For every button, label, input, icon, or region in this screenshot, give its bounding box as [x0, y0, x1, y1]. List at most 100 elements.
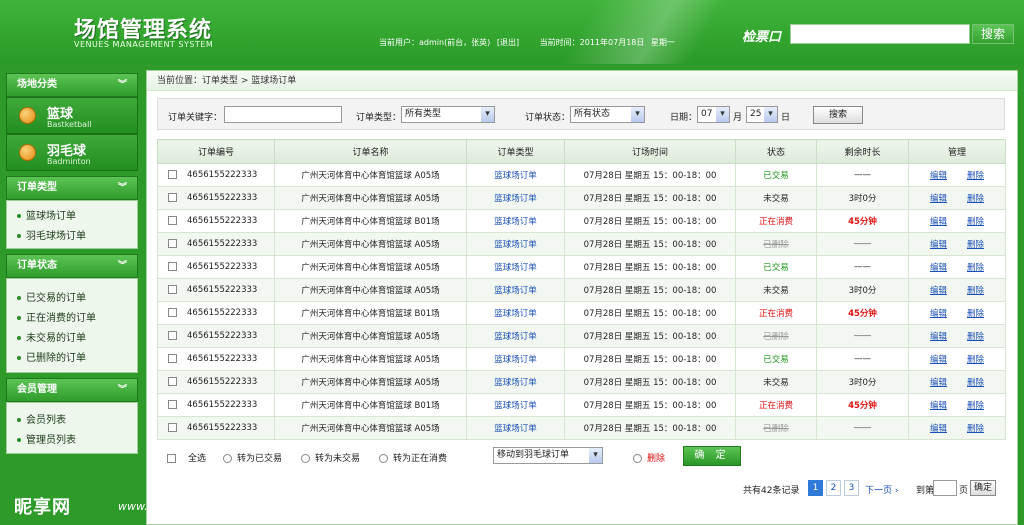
row-checkbox[interactable]: [168, 170, 177, 179]
row-checkbox[interactable]: [168, 262, 177, 271]
select-all-checkbox[interactable]: [167, 454, 176, 463]
page-2[interactable]: 2: [826, 480, 841, 496]
delete-link[interactable]: 删除: [967, 171, 984, 181]
edit-link[interactable]: 编辑: [930, 378, 947, 388]
row-checkbox[interactable]: [168, 377, 177, 386]
edit-link[interactable]: 编辑: [930, 401, 947, 411]
to-traded-option[interactable]: 转为已交易: [223, 451, 282, 464]
goto-confirm-button[interactable]: 确定: [970, 480, 996, 496]
chevron-down-icon[interactable]: ︾: [118, 177, 127, 199]
radio-icon[interactable]: [633, 454, 642, 463]
status-select[interactable]: 所有状态: [570, 106, 645, 123]
order-type-link[interactable]: 篮球场订单: [494, 263, 537, 273]
order-type-link[interactable]: 篮球场订单: [494, 424, 537, 434]
col-header: 管理: [908, 139, 1006, 164]
order-id-cell: 4656155222333: [157, 324, 275, 348]
row-checkbox[interactable]: [168, 285, 177, 294]
radio-icon[interactable]: [379, 454, 388, 463]
edit-link[interactable]: 编辑: [930, 355, 947, 365]
sidebar-item-traded[interactable]: 已交易的订单: [17, 289, 137, 309]
ticket-search-button[interactable]: 搜索: [972, 24, 1014, 44]
order-type-link[interactable]: 篮球场订单: [494, 355, 537, 365]
delete-link[interactable]: 删除: [967, 309, 984, 319]
row-checkbox[interactable]: [168, 423, 177, 432]
type-select[interactable]: 所有类型: [401, 106, 495, 123]
order-type-link[interactable]: 篮球场订单: [494, 194, 537, 204]
order-type-link[interactable]: 篮球场订单: [494, 286, 537, 296]
sidebar-item-basketball-orders[interactable]: 篮球场订单: [17, 207, 137, 227]
sidebar-item-deleted[interactable]: 已删除的订单: [17, 349, 137, 369]
row-checkbox[interactable]: [168, 331, 177, 340]
row-checkbox[interactable]: [168, 193, 177, 202]
delete-link[interactable]: 删除: [967, 401, 984, 411]
edit-link[interactable]: 编辑: [930, 309, 947, 319]
confirm-button[interactable]: 确 定: [683, 446, 741, 466]
to-consuming-option[interactable]: 转为正在消费: [379, 451, 447, 464]
radio-icon[interactable]: [301, 454, 310, 463]
next-page-link[interactable]: 下一页 ›: [865, 483, 898, 496]
sidebar-item-member-list[interactable]: 会员列表: [17, 411, 137, 431]
edit-link[interactable]: 编辑: [930, 263, 947, 273]
sidebar-section-category[interactable]: 场地分类 ︾: [6, 73, 138, 97]
order-type-link[interactable]: 篮球场订单: [494, 171, 537, 181]
logout-link[interactable]: [退出]: [497, 38, 519, 47]
delete-option[interactable]: 删除: [633, 451, 665, 464]
order-id: 4656155222333: [187, 170, 258, 180]
delete-link[interactable]: 删除: [967, 378, 984, 388]
delete-link[interactable]: 删除: [967, 240, 984, 250]
edit-link[interactable]: 编辑: [930, 286, 947, 296]
order-name: 广州天河体育中心体育馆篮球 A05场: [274, 416, 467, 440]
row-checkbox[interactable]: [168, 239, 177, 248]
sidebar-item-admin-list[interactable]: 管理员列表: [17, 431, 137, 451]
row-checkbox[interactable]: [168, 308, 177, 317]
delete-link[interactable]: 删除: [967, 424, 984, 434]
edit-link[interactable]: 编辑: [930, 171, 947, 181]
delete-link[interactable]: 删除: [967, 355, 984, 365]
delete-link[interactable]: 删除: [967, 263, 984, 273]
order-type-link[interactable]: 篮球场订单: [494, 332, 537, 342]
day-select[interactable]: 25: [746, 106, 778, 123]
remaining-cell: ——: [816, 347, 909, 371]
chevron-down-icon[interactable]: ︾: [118, 379, 127, 401]
delete-link[interactable]: 删除: [967, 332, 984, 342]
chevron-down-icon[interactable]: ︾: [118, 74, 127, 96]
goto-page-input[interactable]: [933, 480, 957, 496]
order-type-link[interactable]: 篮球场订单: [494, 240, 537, 250]
search-button[interactable]: 搜索: [813, 106, 863, 124]
chevron-down-icon[interactable]: ︾: [118, 255, 127, 277]
delete-link[interactable]: 删除: [967, 286, 984, 296]
row-checkbox[interactable]: [168, 216, 177, 225]
edit-link[interactable]: 编辑: [930, 332, 947, 342]
edit-link[interactable]: 编辑: [930, 240, 947, 250]
row-checkbox[interactable]: [168, 400, 177, 409]
order-type-link[interactable]: 篮球场订单: [494, 378, 537, 388]
page-3[interactable]: 3: [844, 480, 859, 496]
sidebar-section-members[interactable]: 会员管理 ︾: [6, 378, 138, 402]
select-all[interactable]: 全选: [167, 451, 206, 464]
row-checkbox[interactable]: [168, 354, 177, 363]
move-to-select[interactable]: 移动到羽毛球订单: [493, 447, 603, 464]
sidebar-section-order-status[interactable]: 订单状态 ︾: [6, 254, 138, 278]
delete-link[interactable]: 删除: [967, 217, 984, 227]
order-type-link[interactable]: 篮球场订单: [494, 309, 537, 319]
month-select[interactable]: 07: [697, 106, 730, 123]
sidebar-item-badminton[interactable]: 羽毛球 Badminton: [6, 134, 138, 171]
sidebar-item-untraded[interactable]: 未交易的订单: [17, 329, 137, 349]
sidebar-item-consuming[interactable]: 正在消费的订单: [17, 309, 137, 329]
sidebar-item-badminton-orders[interactable]: 羽毛球场订单: [17, 227, 137, 247]
keyword-input[interactable]: [224, 106, 342, 123]
order-type-link[interactable]: 篮球场订单: [494, 217, 537, 227]
edit-link[interactable]: 编辑: [930, 217, 947, 227]
page-1[interactable]: 1: [808, 480, 823, 496]
edit-link[interactable]: 编辑: [930, 194, 947, 204]
edit-link[interactable]: 编辑: [930, 424, 947, 434]
table-row: 4656155222333 广州天河体育中心体育馆篮球 A05场 篮球场订单 07月2…: [157, 278, 1006, 302]
order-type-link[interactable]: 篮球场订单: [494, 401, 537, 411]
radio-icon[interactable]: [223, 454, 232, 463]
ticket-search-input[interactable]: [790, 24, 970, 44]
sidebar-section-order-type[interactable]: 订单类型 ︾: [6, 176, 138, 200]
to-untraded-option[interactable]: 转为未交易: [301, 451, 360, 464]
sidebar-item-basketball[interactable]: 篮球 Bastketball: [6, 97, 138, 134]
delete-link[interactable]: 删除: [967, 194, 984, 204]
order-id: 4656155222333: [187, 262, 258, 272]
